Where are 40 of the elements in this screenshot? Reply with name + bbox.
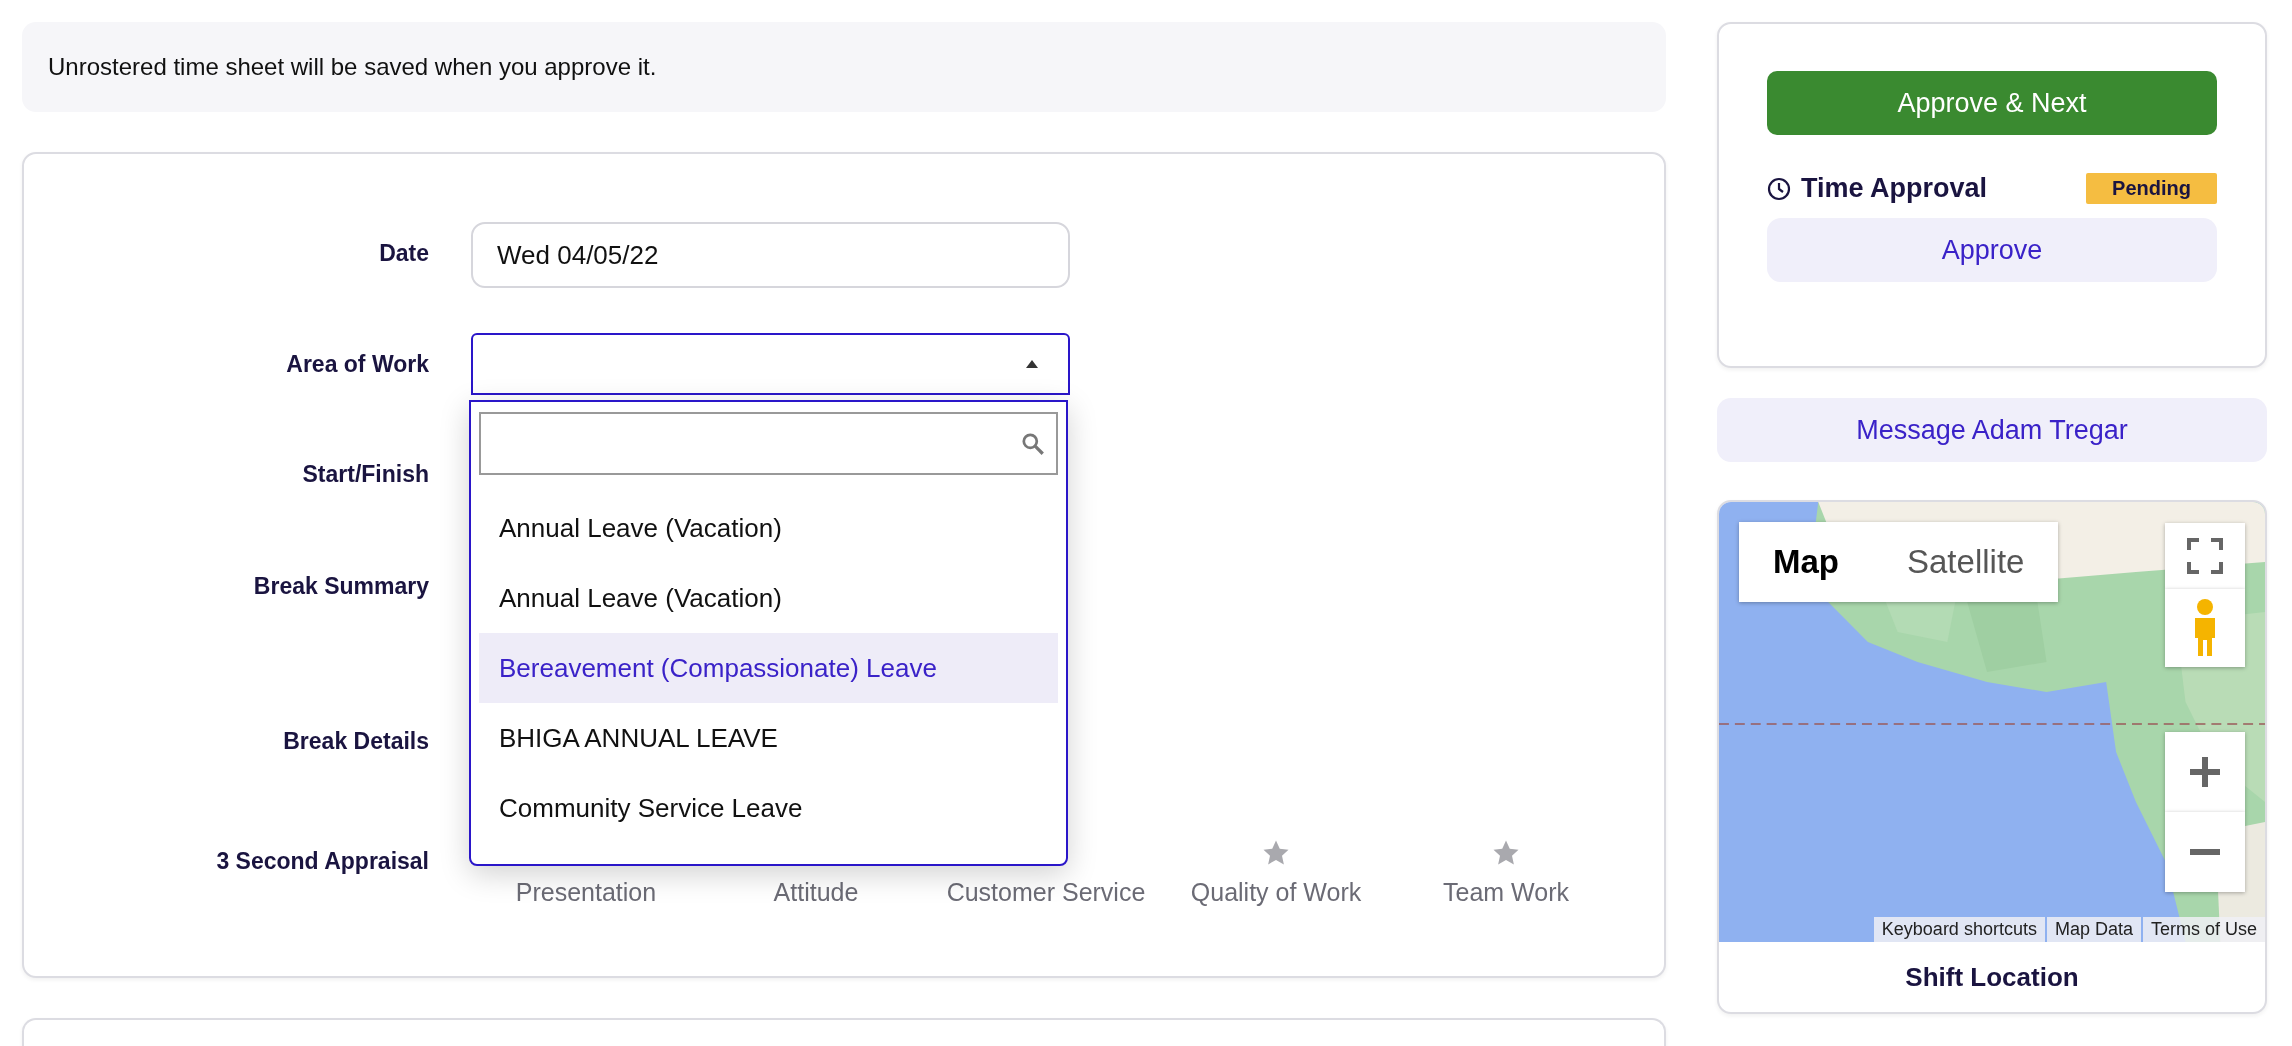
dropdown-option[interactable]: Annual Leave (Vacation) [479, 563, 1058, 633]
appraisal-label: Customer Service [946, 878, 1146, 907]
field-label: Area of Work [285, 350, 429, 379]
map-type-tab[interactable]: Satellite [1873, 522, 2059, 602]
field-label: Break Summary [252, 572, 429, 601]
field-label: Start/Finish [301, 460, 429, 489]
field-label: Break Details [282, 727, 429, 756]
appraisal-label: Team Work [1443, 878, 1569, 907]
map-link[interactable]: Map Data [2046, 917, 2141, 942]
dropdown-option[interactable]: BHIGA ANNUAL LEAVE [479, 703, 1058, 773]
clock-icon [1767, 176, 1791, 201]
map-link[interactable]: Keyboard shortcuts [1873, 917, 2045, 942]
notice-text: Unrostered time sheet will be saved when you approve it. [22, 22, 1666, 112]
select-field[interactable] [471, 333, 1070, 395]
field-label: 3 Second Appraisal [215, 847, 429, 876]
fullscreen-icon [2187, 538, 2223, 574]
appraisal-label: Presentation [515, 878, 657, 907]
map-link[interactable]: Terms of Use [2142, 917, 2265, 942]
date-field[interactable]: Wed 04/05/22 [471, 222, 1070, 288]
plus-icon [2190, 757, 2220, 787]
zoom-in-button[interactable] [2165, 732, 2245, 812]
status-badge: Pending [2086, 173, 2217, 204]
map-caption: Shift Location [1904, 960, 2080, 994]
minus-icon [2190, 849, 2220, 855]
approve-next-button[interactable]: Approve & Next [1767, 71, 2217, 135]
dropdown-option[interactable]: Bereavement (Compassionate) Leave [479, 633, 1058, 703]
caret-icon [1026, 360, 1038, 368]
approve-button[interactable]: Approve [1767, 218, 2217, 282]
section-title: Time Approval [1801, 173, 1988, 204]
message-button[interactable]: Message Adam Tregar [1717, 398, 2267, 462]
map-type-tab[interactable]: Map [1739, 522, 1873, 602]
field-label: Date [378, 239, 429, 268]
appraisal-label: Quality of Work [1190, 878, 1362, 907]
dropdown-option[interactable]: Community Service Leave [479, 773, 1058, 843]
appraisal-label: Attitude [773, 878, 859, 907]
search-field[interactable] [479, 412, 1058, 475]
fullscreen-button[interactable] [2165, 523, 2245, 589]
search-icon [1020, 430, 1046, 457]
dropdown-option[interactable]: Annual Leave (Vacation) [479, 493, 1058, 563]
zoom-out-button[interactable] [2165, 812, 2245, 892]
